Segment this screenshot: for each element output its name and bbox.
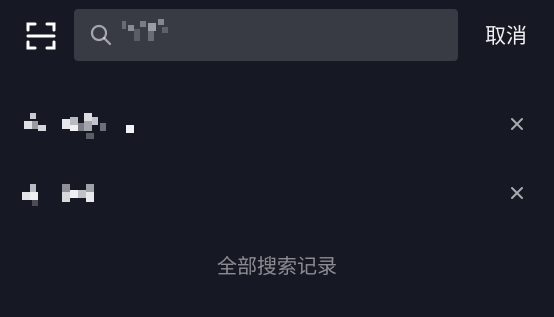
history-item[interactable] [0,97,554,153]
search-bar[interactable] [74,9,458,61]
search-screen: 取消 全部搜索记录 [0,0,554,317]
close-icon [511,118,523,130]
all-search-history-link[interactable]: 全部搜索记录 [0,250,554,282]
search-input[interactable] [120,19,440,51]
redacted-history-text [24,113,134,139]
scan-icon [26,22,56,50]
delete-history-button[interactable] [504,111,530,137]
cancel-button[interactable]: 取消 [470,19,542,53]
delete-history-button[interactable] [504,180,530,206]
close-icon [511,187,523,199]
history-item[interactable] [0,166,554,222]
scan-button[interactable] [22,17,60,55]
search-icon [90,24,112,46]
redacted-history-text [22,184,94,206]
